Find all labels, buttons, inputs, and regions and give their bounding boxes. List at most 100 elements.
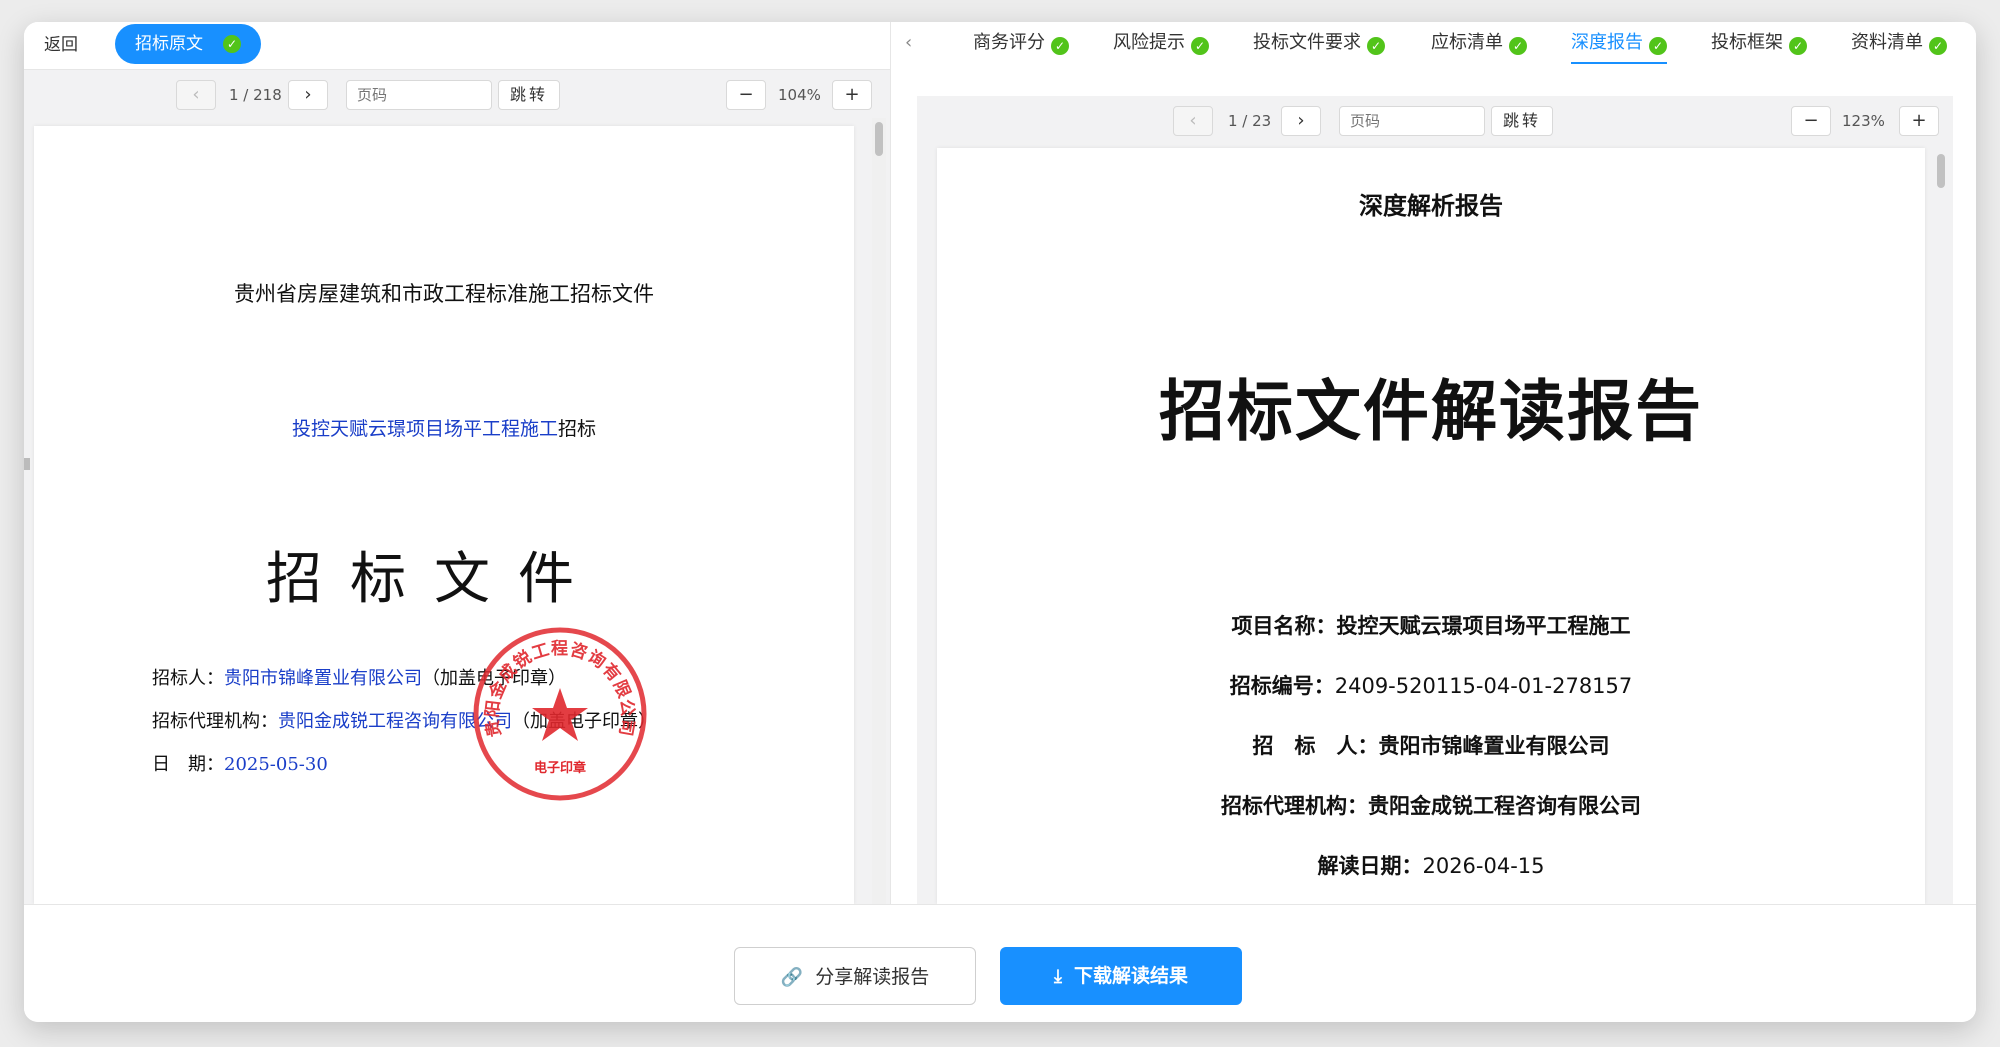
chevron-right-icon: › bbox=[304, 84, 312, 105]
report-page: 深度解析报告 招标文件解读报告 项目名称：投控天赋云璟项目场平工程施工 招标编号… bbox=[937, 148, 1925, 904]
tab-risk-alerts[interactable]: 风险提示 ✓ bbox=[1113, 28, 1209, 64]
analysis-tabs: ‹ 商务评分 ✓ 风险提示 ✓ 投标文件要求 ✓ 应标清单 ✓ 深度报告 ✓ 投标框架 ✓ … bbox=[891, 22, 1976, 70]
doc-date-label: 日 期： bbox=[152, 754, 224, 775]
tab-materials-list[interactable]: 资料清单 ✓ bbox=[1851, 28, 1947, 64]
check-icon: ✓ bbox=[1051, 37, 1069, 55]
right-pdf-toolbar: ‹ 1 / 23 › 跳转 − 123% + bbox=[917, 100, 1953, 140]
zoom-out-button[interactable]: − bbox=[1791, 106, 1831, 136]
check-icon: ✓ bbox=[1509, 37, 1527, 55]
prev-page-button[interactable]: ‹ bbox=[176, 80, 216, 110]
check-icon: ✓ bbox=[1191, 37, 1209, 55]
download-icon: ⤓ bbox=[1054, 966, 1062, 987]
doc-project-line: 投控天赋云璟项目场平工程施工招标 bbox=[34, 414, 854, 441]
analysis-pane: ‹ 商务评分 ✓ 风险提示 ✓ 投标文件要求 ✓ 应标清单 ✓ 深度报告 ✓ 投标框架 ✓ … bbox=[890, 22, 1976, 904]
tab-bid-framework[interactable]: 投标框架 ✓ bbox=[1711, 28, 1807, 64]
doc-main-title: 招标文件 bbox=[266, 547, 602, 612]
check-icon: ✓ bbox=[223, 35, 241, 53]
check-icon: ✓ bbox=[1367, 37, 1385, 55]
share-report-label: 分享解读报告 bbox=[815, 966, 930, 988]
report-date-line: 解读日期：2026-04-15 bbox=[937, 850, 1925, 880]
tabs-scroll-left-icon[interactable]: ‹ bbox=[905, 32, 912, 53]
zoom-out-button[interactable]: − bbox=[726, 80, 766, 110]
tab-response-list[interactable]: 应标清单 ✓ bbox=[1431, 28, 1527, 64]
page-number-input[interactable] bbox=[346, 80, 492, 110]
report-agent-line: 招标代理机构：贵阳金成锐工程咨询有限公司 bbox=[937, 790, 1925, 820]
action-footer: 🔗 分享解读报告 ⤓ 下载解读结果 bbox=[24, 904, 1976, 1022]
download-results-label: 下载解读结果 bbox=[1073, 965, 1188, 987]
zoom-level: 123% bbox=[1842, 112, 1885, 130]
zoom-level: 104% bbox=[778, 86, 821, 104]
left-scrollbar-thumb[interactable] bbox=[875, 122, 883, 156]
report-tenderer-line: 招 标 人：贵阳市锦峰置业有限公司 bbox=[937, 730, 1925, 760]
next-page-button[interactable]: › bbox=[1281, 106, 1321, 136]
original-document-page: 贵州省房屋建筑和市政工程标准施工招标文件 投控天赋云璟项目场平工程施工招标 招标… bbox=[34, 126, 854, 904]
tab-business-score[interactable]: 商务评分 ✓ bbox=[973, 28, 1069, 64]
report-viewer: ‹ 1 / 23 › 跳转 − 123% + 深度解析报告 招标文件解读报告 项… bbox=[917, 96, 1953, 904]
download-results-button[interactable]: ⤓ 下载解读结果 bbox=[1000, 947, 1242, 1005]
tab-label: 深度报告 bbox=[1571, 32, 1643, 53]
doc-standard-title: 贵州省房屋建筑和市政工程标准施工招标文件 bbox=[234, 282, 654, 306]
doc-project-suffix: 招标 bbox=[558, 418, 597, 440]
seal-bottom-text: 电子印章 bbox=[534, 760, 586, 776]
original-document-tab-label: 招标原文 bbox=[135, 34, 203, 54]
tab-bid-requirements[interactable]: 投标文件要求 ✓ bbox=[1253, 28, 1385, 64]
zoom-in-button[interactable]: + bbox=[1899, 106, 1939, 136]
plus-icon: + bbox=[1911, 110, 1927, 131]
tab-label: 风险提示 bbox=[1113, 32, 1185, 53]
page-indicator: 1 / 23 bbox=[1228, 112, 1272, 130]
check-icon: ✓ bbox=[1929, 37, 1947, 55]
back-button[interactable]: 返回 bbox=[44, 30, 78, 60]
minus-icon: − bbox=[738, 84, 754, 105]
report-agent-label: 招标代理机构： bbox=[1221, 794, 1368, 818]
chevron-right-icon: › bbox=[1297, 110, 1305, 131]
doc-tenderer-value: 贵阳市锦峰置业有限公司 bbox=[224, 668, 422, 689]
electronic-seal-stamp: 贵阳金成锐工程咨询有限公司 电子印章 bbox=[473, 627, 647, 801]
report-code-label: 招标编号： bbox=[1229, 674, 1335, 698]
chevron-left-icon: ‹ bbox=[192, 84, 200, 105]
left-scrollbar[interactable] bbox=[872, 118, 886, 904]
tab-label: 商务评分 bbox=[973, 32, 1045, 53]
check-icon: ✓ bbox=[1649, 37, 1667, 55]
report-project-label: 项目名称： bbox=[1231, 614, 1337, 638]
zoom-in-button[interactable]: + bbox=[832, 80, 872, 110]
tab-label: 投标文件要求 bbox=[1253, 32, 1361, 53]
pane-resize-handle[interactable] bbox=[24, 458, 30, 470]
report-title: 招标文件解读报告 bbox=[1159, 373, 1703, 450]
tab-deep-report[interactable]: 深度报告 ✓ bbox=[1571, 28, 1667, 64]
page-indicator: 1 / 218 bbox=[229, 86, 282, 104]
report-tenderer-value: 贵阳市锦峰置业有限公司 bbox=[1378, 734, 1610, 758]
chevron-left-icon: ‹ bbox=[1189, 110, 1197, 131]
report-tenderer-label: 招 标 人： bbox=[1252, 734, 1379, 758]
tab-label: 投标框架 bbox=[1711, 32, 1783, 53]
report-date-value: 2026-04-15 bbox=[1422, 854, 1545, 878]
report-code-value: 2409-520115-04-01-278157 bbox=[1334, 674, 1633, 698]
jump-button[interactable]: 跳转 bbox=[498, 80, 560, 110]
prev-page-button[interactable]: ‹ bbox=[1173, 106, 1213, 136]
doc-project-name: 投控天赋云璟项目场平工程施工 bbox=[291, 418, 558, 440]
minus-icon: − bbox=[1803, 110, 1819, 131]
next-page-button[interactable]: › bbox=[288, 80, 328, 110]
doc-date-value: 2025-05-30 bbox=[224, 754, 328, 775]
right-scrollbar-thumb[interactable] bbox=[1937, 154, 1945, 188]
report-agent-value: 贵阳金成锐工程咨询有限公司 bbox=[1368, 794, 1641, 818]
plus-icon: + bbox=[844, 84, 860, 105]
page-number-input[interactable] bbox=[1339, 106, 1485, 136]
app-window: 返回 招标原文 ✓ ‹ 1 / 218 › 跳转 − 104% + 贵州省房屋建… bbox=[24, 22, 1976, 1022]
doc-date-line: 日 期：2025-05-30 bbox=[152, 750, 328, 776]
doc-tenderer-label: 招标人： bbox=[152, 668, 224, 689]
jump-button[interactable]: 跳转 bbox=[1491, 106, 1553, 136]
doc-agent-label: 招标代理机构： bbox=[152, 711, 278, 732]
report-code-line: 招标编号：2409-520115-04-01-278157 bbox=[937, 670, 1925, 700]
left-pdf-toolbar: ‹ 1 / 218 › 跳转 − 104% + bbox=[24, 74, 890, 114]
report-project-value: 投控天赋云璟项目场平工程施工 bbox=[1336, 614, 1631, 638]
check-icon: ✓ bbox=[1789, 37, 1807, 55]
original-document-pane: 返回 招标原文 ✓ ‹ 1 / 218 › 跳转 − 104% + 贵州省房屋建… bbox=[24, 22, 890, 904]
report-header: 深度解析报告 bbox=[1359, 192, 1503, 220]
original-document-tab[interactable]: 招标原文 ✓ bbox=[115, 24, 261, 64]
share-report-button[interactable]: 🔗 分享解读报告 bbox=[734, 947, 976, 1005]
link-icon: 🔗 bbox=[780, 967, 804, 988]
report-project-line: 项目名称：投控天赋云璟项目场平工程施工 bbox=[937, 610, 1925, 640]
tab-label: 应标清单 bbox=[1431, 32, 1503, 53]
left-header: 返回 招标原文 ✓ bbox=[24, 22, 890, 70]
tab-label: 资料清单 bbox=[1851, 32, 1923, 53]
